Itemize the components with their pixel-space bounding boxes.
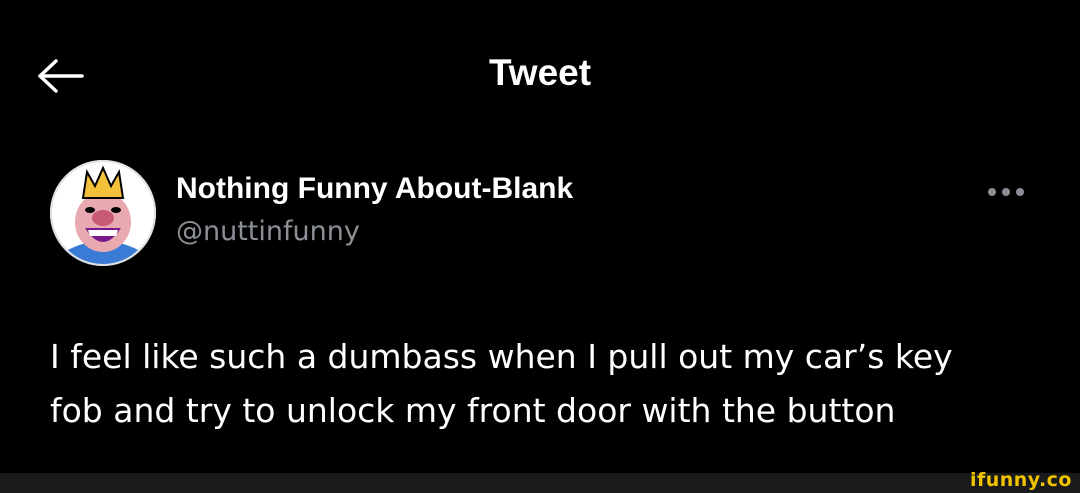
author-handle[interactable]: @nuttinfunny [176,216,360,247]
top-nav-header: Tweet [0,0,1080,150]
page-title: Tweet [488,52,592,93]
king-emote-avatar-icon [50,160,156,266]
avatar[interactable] [50,160,156,266]
author-display-name[interactable]: Nothing Funny About-Blank [176,172,573,206]
more-horizontal-icon [988,188,1024,196]
footer-bar [0,473,1080,493]
tweet-text: I feel like such a dumbass when I pull o… [50,337,953,430]
watermark: ifunny.co [969,469,1072,491]
more-options-button[interactable] [984,180,1028,204]
